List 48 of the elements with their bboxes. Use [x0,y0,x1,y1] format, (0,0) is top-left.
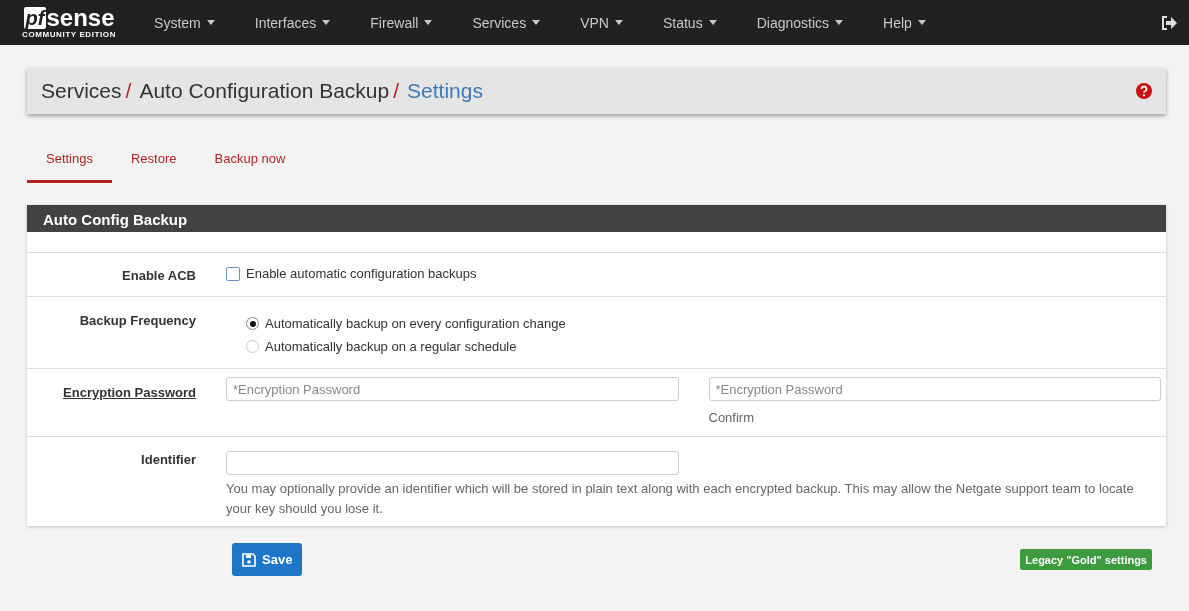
field-label: Enable ACB [121,267,196,283]
breadcrumb-current: Settings [407,79,483,103]
password-field[interactable]: *Encryption Password [708,377,1161,401]
caret-icon [708,20,717,25]
caret-icon [614,20,623,25]
radio-label: Automatically backup on every configuration change [265,316,566,331]
radio-label: Automatically backup on a regular schedule [265,339,517,354]
radio-button[interactable] [246,317,259,330]
nav-menu[interactable]: System [134,14,235,31]
password-field[interactable]: *Encryption Password [226,377,679,401]
panel-title: Auto Config Backup [27,205,1166,232]
checkbox[interactable] [226,266,240,281]
breadcrumb-separator: / [393,79,400,103]
confirm-hint: Confirm [708,409,755,427]
caret-icon [322,20,331,25]
caret-icon [206,20,215,25]
nav-menu[interactable]: Services [452,14,561,31]
logo-mark: pf [23,7,47,29]
logo-edition: COMMUNITY EDITION [22,30,117,39]
tab[interactable]: Settings [27,145,112,183]
field-label: Encryption Password [62,384,196,402]
radio-button[interactable] [246,340,259,353]
nav-menu[interactable]: VPN [560,14,643,31]
logout-icon[interactable] [1161,15,1177,30]
identifier-field[interactable] [226,451,679,475]
save-button[interactable]: Save [232,543,303,576]
field-label: Identifier [140,451,196,469]
logo-text: sense [46,6,115,30]
breadcrumb-separator: / [125,79,132,103]
nav-menu[interactable]: Diagnostics [736,14,864,31]
caret-icon [424,20,433,25]
help-icon[interactable] [1136,83,1152,99]
tab[interactable]: Backup now [195,145,305,183]
nav-menu[interactable]: Help [863,14,946,31]
checkbox-label: Enable automatic configuration backups [246,266,477,281]
caret-icon [532,20,541,25]
caret-icon [835,20,844,25]
caret-icon [917,20,926,25]
help-text: You may optionally provide an identifier which will be stored in plain text along with each encrypted backup. This may allow the Netgate support team to locate your key should you lose it. [226,480,1135,518]
tab[interactable]: Restore [112,145,196,183]
nav-menu[interactable]: Firewall [350,14,453,31]
nav-menu[interactable]: Interfaces [234,14,351,31]
field-label: Backup Frequency [78,313,196,330]
breadcrumb-link[interactable]: Auto Configuration Backup [139,79,390,103]
save-icon [242,552,256,567]
breadcrumb-link[interactable]: Services [41,79,122,103]
nav-menu[interactable]: Status [642,14,737,31]
legacy-settings-button[interactable]: Legacy "Gold" settings [1020,549,1152,570]
